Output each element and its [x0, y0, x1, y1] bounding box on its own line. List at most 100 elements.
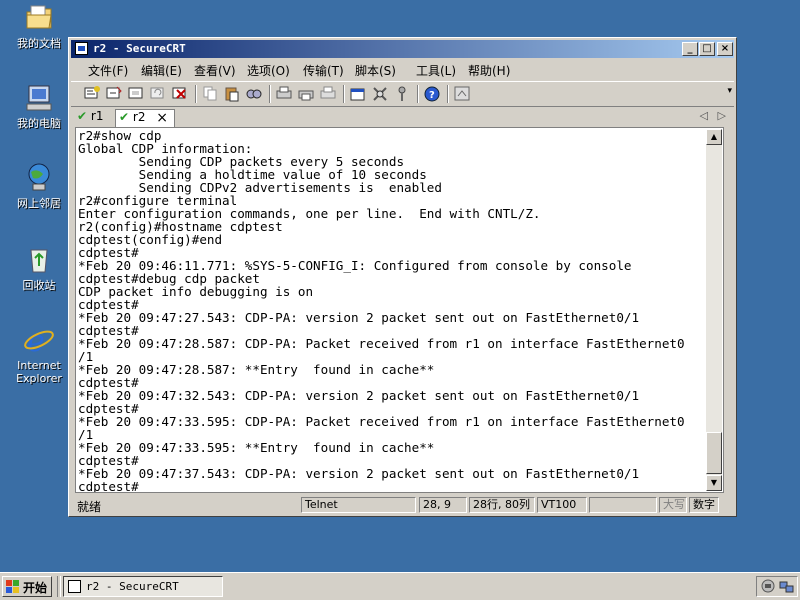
- tab-label: r2: [132, 110, 146, 124]
- toolbar-separator: [343, 85, 345, 103]
- terminal-line: *Feb 20 09:47:37.543: CDP-PA: version 2 …: [78, 466, 640, 481]
- app-icon[interactable]: [75, 42, 88, 55]
- svg-text:?: ?: [429, 90, 435, 101]
- desktop-icon-label: 我的文档: [17, 37, 61, 50]
- menu-file[interactable]: 文件(F): [88, 62, 128, 79]
- global-options-icon[interactable]: [371, 85, 389, 102]
- connected-check-icon: ✔: [77, 109, 88, 123]
- taskbar-item-label: r2 - SecureCRT: [86, 580, 179, 593]
- toolbar-overflow-icon[interactable]: ▾: [727, 86, 732, 96]
- status-ready: 就绪: [77, 500, 102, 514]
- terminal-output: r2#show cdp Global CDP information: Sendi…: [78, 129, 703, 493]
- tray-network-icon[interactable]: [779, 579, 794, 597]
- sftp-icon[interactable]: [453, 85, 471, 102]
- toolbar: ? ▾: [71, 81, 734, 107]
- tab-r2[interactable]: ✔ r2 ×: [115, 109, 175, 127]
- desktop-icon-my-documents[interactable]: 我的文档: [6, 2, 72, 50]
- keymap-icon[interactable]: [393, 85, 411, 102]
- desktop-icon-recycle-bin[interactable]: 回收站: [6, 244, 72, 292]
- menu-options[interactable]: 选项(O): [247, 62, 290, 79]
- tab-scroll-right-icon[interactable]: ▷: [718, 109, 726, 122]
- menu-edit[interactable]: 编辑(E): [141, 62, 182, 79]
- tab-label: r1: [90, 109, 104, 123]
- session-options-icon[interactable]: [349, 85, 367, 102]
- desktop-icon-label: 网上邻居: [17, 197, 61, 210]
- scroll-thumb[interactable]: [706, 432, 722, 474]
- network-places-icon: [23, 162, 55, 194]
- session-tabs: ✔ r1 ✔ r2 × ◁ ▷: [71, 107, 734, 127]
- window-title: r2 - SecureCRT: [93, 42, 186, 55]
- status-emulation: VT100: [537, 497, 587, 513]
- taskbar-separator: [57, 576, 61, 597]
- terminal-line: *Feb 20 09:47:28.587: **Entry found in c…: [78, 362, 435, 377]
- toolbar-separator: [195, 85, 197, 103]
- vertical-scrollbar[interactable]: ▲ ▼: [706, 129, 722, 491]
- menu-script[interactable]: 脚本(S): [355, 62, 396, 79]
- toolbar-separator: [447, 85, 449, 103]
- taskbar-item-securecrt[interactable]: r2 - SecureCRT: [63, 576, 223, 597]
- maximize-button[interactable]: □: [699, 42, 715, 56]
- tab-scroll-left-icon[interactable]: ◁: [700, 109, 708, 122]
- terminal-line: *Feb 20 09:47:27.543: CDP-PA: version 2 …: [78, 310, 640, 325]
- terminal-line: CDP packet info debugging is on: [78, 284, 314, 299]
- connect-tab-icon[interactable]: [127, 85, 145, 102]
- toolbar-separator: [417, 85, 419, 103]
- tab-close-icon[interactable]: ×: [156, 110, 168, 126]
- my-documents-icon: [23, 2, 55, 34]
- desktop-icon-internet-explorer[interactable]: e Internet Explorer: [6, 324, 72, 385]
- taskbar: 开始 r2 - SecureCRT: [0, 572, 800, 600]
- print-icon[interactable]: [319, 85, 337, 102]
- disconnect-icon[interactable]: [171, 85, 189, 102]
- status-protocol: Telnet: [301, 497, 416, 513]
- status-size: 28行, 80列: [469, 497, 535, 513]
- paste-icon[interactable]: [223, 85, 241, 102]
- status-num: 数字: [689, 497, 719, 513]
- terminal-line: *Feb 20 09:47:32.543: CDP-PA: version 2 …: [78, 388, 640, 403]
- menu-bar: 文件(F) 编辑(E) 查看(V) 选项(O) 传输(T) 脚本(S) 工具(L…: [71, 59, 734, 79]
- menu-help[interactable]: 帮助(H): [468, 62, 510, 79]
- securecrt-window: r2 - SecureCRT _ □ × 文件(F) 编辑(E) 查看(V) 选…: [68, 37, 737, 517]
- status-cursor: 28, 9: [419, 497, 467, 513]
- reconnect-icon[interactable]: [149, 85, 167, 102]
- securecrt-icon: [68, 580, 81, 593]
- connect-icon[interactable]: [83, 85, 101, 102]
- start-button[interactable]: 开始: [2, 576, 52, 597]
- scroll-down-icon[interactable]: ▼: [706, 475, 722, 491]
- terminal-area[interactable]: r2#show cdp Global CDP information: Sendi…: [75, 127, 724, 493]
- tray-volume-icon[interactable]: [761, 579, 776, 597]
- quick-connect-icon[interactable]: [105, 85, 123, 102]
- connected-check-icon: ✔: [119, 110, 130, 124]
- system-tray: [756, 576, 798, 597]
- status-empty: [589, 497, 657, 513]
- recycle-bin-icon: [23, 244, 55, 276]
- windows-logo-icon: [6, 580, 20, 596]
- print-setup-icon[interactable]: [275, 85, 293, 102]
- status-caps: 大写: [659, 497, 687, 513]
- help-icon[interactable]: ?: [423, 85, 441, 102]
- terminal-line: cdptest#: [78, 479, 139, 493]
- desktop-icon-label: 我的电脑: [17, 117, 61, 130]
- terminal-line: *Feb 20 09:47:28.587: CDP-PA: Packet rec…: [78, 336, 685, 351]
- menu-transfer[interactable]: 传输(T): [303, 62, 344, 79]
- tab-r1[interactable]: ✔ r1: [77, 109, 111, 127]
- title-bar[interactable]: r2 - SecureCRT _ □ ×: [71, 40, 734, 58]
- menu-view[interactable]: 查看(V): [194, 62, 236, 79]
- scroll-up-icon[interactable]: ▲: [706, 129, 722, 145]
- desktop-icon-my-computer[interactable]: 我的电脑: [6, 82, 72, 130]
- menu-tools[interactable]: 工具(L): [416, 62, 456, 79]
- terminal-line: *Feb 20 09:47:33.595: CDP-PA: Packet rec…: [78, 414, 685, 429]
- terminal-line: *Feb 20 09:47:33.595: **Entry found in c…: [78, 440, 435, 455]
- toolbar-separator: [269, 85, 271, 103]
- terminal-line: cdptest(config)#end: [78, 232, 223, 247]
- minimize-button[interactable]: _: [682, 42, 698, 56]
- desktop-icon-network[interactable]: 网上邻居: [6, 162, 72, 210]
- desktop-icon-label: Internet Explorer: [16, 359, 62, 385]
- status-bar: 就绪 Telnet 28, 9 28行, 80列 VT100 大写 数字: [71, 496, 734, 514]
- copy-icon[interactable]: [201, 85, 219, 102]
- close-button[interactable]: ×: [717, 42, 733, 56]
- start-label: 开始: [23, 581, 48, 595]
- internet-explorer-icon: e: [23, 324, 55, 359]
- my-computer-icon: [23, 82, 55, 114]
- find-icon[interactable]: [245, 85, 263, 102]
- print-selection-icon[interactable]: [297, 85, 315, 102]
